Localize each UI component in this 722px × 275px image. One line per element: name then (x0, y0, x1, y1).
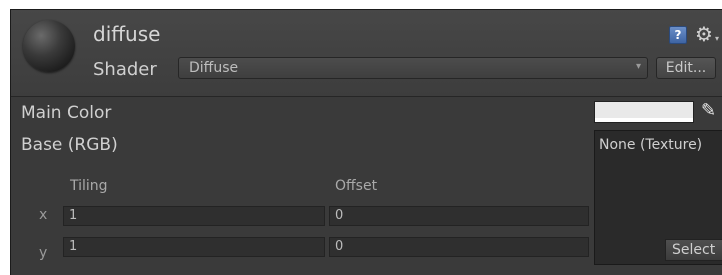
chevron-down-icon: ▾ (715, 34, 720, 43)
main-color-swatch[interactable] (594, 101, 694, 123)
offset-x-field[interactable]: 0 (329, 206, 589, 226)
tiling-header: Tiling (70, 178, 108, 194)
texture-select-button[interactable]: Select (665, 239, 722, 261)
tiling-y-field[interactable]: 1 (63, 237, 325, 257)
material-inspector-panel: diffuse ? ⚙ ▾ Shader Diffuse ▾ Edit... M… (10, 9, 722, 275)
help-icon[interactable]: ? (669, 26, 687, 44)
tiling-x-field[interactable]: 1 (63, 206, 325, 226)
texture-slot-label: None (Texture) (599, 137, 703, 153)
eyedropper-icon[interactable]: ✎ (701, 100, 716, 121)
material-preview-sphere[interactable] (23, 20, 75, 72)
gear-icon[interactable]: ⚙ (695, 22, 713, 46)
dropdown-arrow-icon: ▾ (635, 61, 641, 72)
axis-label-y: y (39, 245, 48, 261)
shader-dropdown-value: Diffuse (189, 60, 239, 76)
edit-shader-button[interactable]: Edit... (656, 57, 716, 79)
offset-y-field[interactable]: 0 (329, 237, 589, 257)
shader-label: Shader (93, 59, 157, 80)
main-color-label: Main Color (21, 103, 112, 123)
axis-label-x: x (39, 207, 48, 223)
offset-header: Offset (335, 178, 378, 194)
base-rgb-label: Base (RGB) (21, 135, 118, 155)
material-name: diffuse (93, 22, 161, 46)
shader-dropdown[interactable]: Diffuse ▾ (178, 57, 648, 79)
texture-slot[interactable]: None (Texture) Select (594, 130, 722, 265)
material-header: diffuse ? ⚙ ▾ Shader Diffuse ▾ Edit... (11, 10, 722, 97)
